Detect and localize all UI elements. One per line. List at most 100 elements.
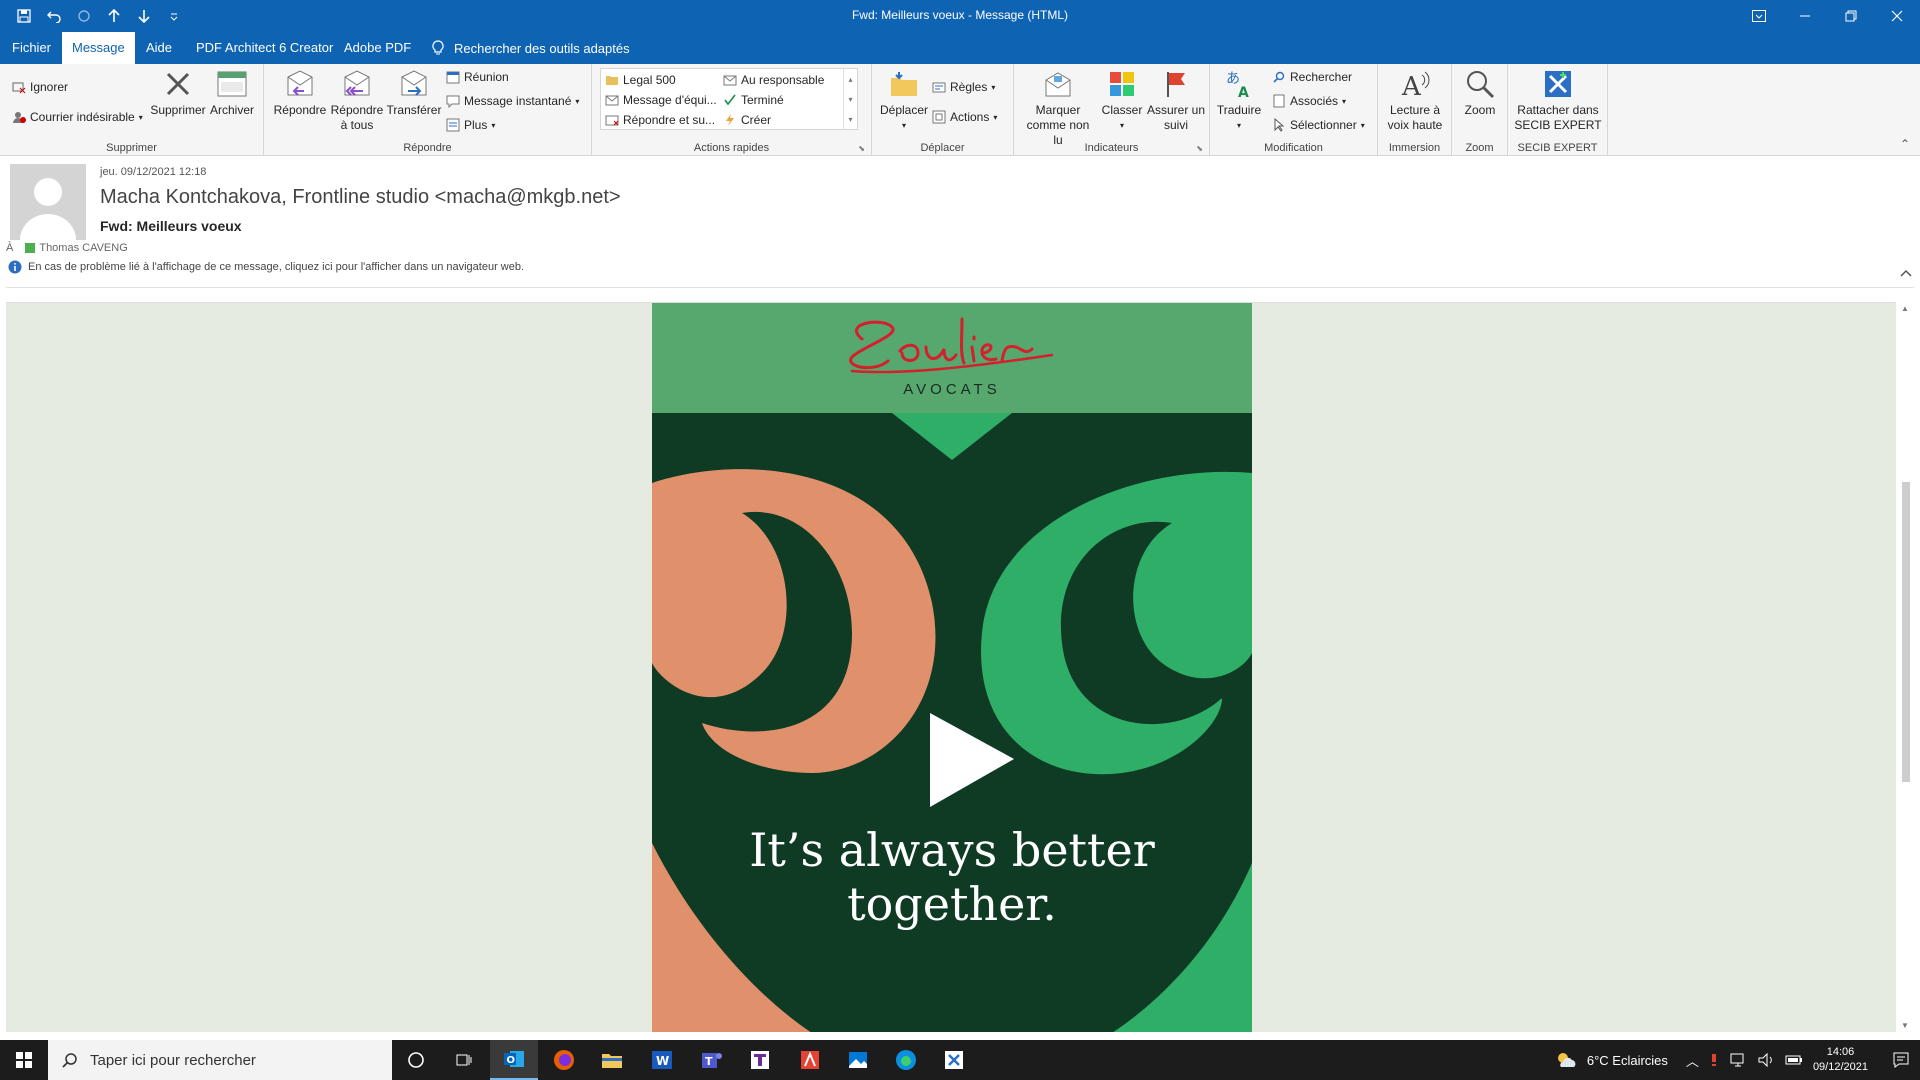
clock[interactable]: 14:06 09/12/2021	[1813, 1045, 1868, 1075]
meeting-button[interactable]: Réunion	[446, 70, 509, 84]
task-view-icon[interactable]	[440, 1040, 488, 1080]
quick-step-message-equipe[interactable]: Message d'équi...	[605, 93, 717, 107]
tab-fichier[interactable]: Fichier	[2, 32, 61, 64]
scroll-down-icon[interactable]: ▼	[1901, 1021, 1909, 1030]
firefox-taskbar-icon[interactable]	[540, 1040, 588, 1080]
envelope-arrow-icon	[723, 73, 737, 87]
chevron-up-icon[interactable]: ▴	[848, 75, 852, 84]
group-label-indicateurs: Indicateurs	[1084, 142, 1139, 154]
clock-date: 09/12/2021	[1812, 1061, 1868, 1073]
group-label-zoom: Zoom	[1465, 142, 1494, 154]
svg-text:W: W	[656, 1054, 669, 1068]
battery-icon[interactable]	[1785, 1052, 1803, 1068]
mark-unread-button[interactable]: Marquer comme non lu	[1022, 68, 1094, 148]
follow-up-button[interactable]: Assurer un suivi	[1146, 68, 1206, 133]
greeting-card-video[interactable]: AVOCATS It’s always better together.	[652, 303, 1252, 1032]
security-icon[interactable]	[1709, 1052, 1719, 1068]
clock-time: 14:06	[1826, 1046, 1855, 1058]
mark-unread-icon	[1042, 68, 1074, 100]
quick-step-repondre-supprimer[interactable]: Répondre et su...	[605, 113, 715, 127]
chevron-up-icon[interactable]: ︿	[1686, 1051, 1699, 1070]
zoom-icon	[1464, 68, 1496, 100]
cortana-icon[interactable]	[392, 1040, 440, 1080]
chevron-down-icon[interactable]: ▾	[848, 95, 852, 104]
junk-mail-button[interactable]: Courrier indésirable ▾	[12, 110, 143, 124]
reply-all-button[interactable]: Répondre à tous	[328, 68, 386, 133]
edge-taskbar-icon[interactable]	[882, 1040, 930, 1080]
tab-pdf-architect[interactable]: PDF Architect 6 Creator	[186, 32, 343, 64]
outlook-taskbar-icon[interactable]: O	[490, 1040, 538, 1080]
quick-step-au-responsable[interactable]: Au responsable	[723, 73, 824, 87]
weather-icon[interactable]	[1555, 1051, 1577, 1069]
move-button[interactable]: Déplacer ▾	[876, 68, 932, 133]
gallery-scroll[interactable]: ▴ ▾ ▾	[843, 69, 857, 129]
dialog-launcher-icon[interactable]: ⬊	[1196, 144, 1203, 153]
zoom-button[interactable]: Zoom	[1456, 68, 1504, 118]
categorize-button[interactable]: Classer ▾	[1098, 68, 1146, 133]
info-bar[interactable]: En cas de problème lié à l'affichage de …	[8, 260, 524, 274]
quick-step-legal-500[interactable]: Legal 500	[605, 73, 676, 87]
network-icon[interactable]	[1729, 1052, 1747, 1068]
actions-button[interactable]: Actions ▾	[932, 110, 997, 124]
rules-button[interactable]: Règles ▾	[932, 80, 995, 94]
app-taskbar-icon[interactable]	[736, 1040, 784, 1080]
file-explorer-taskbar-icon[interactable]	[588, 1040, 636, 1080]
group-label-modification: Modification	[1264, 142, 1323, 154]
translate-button[interactable]: あA Traduire ▾	[1214, 68, 1264, 133]
instant-message-button[interactable]: Message instantané ▾	[446, 94, 579, 108]
chat-icon	[446, 94, 460, 108]
photos-taskbar-icon[interactable]	[834, 1040, 882, 1080]
delete-button[interactable]: Supprimer	[150, 68, 206, 118]
quick-step-termine[interactable]: Terminé	[723, 93, 784, 107]
message-sender[interactable]: Macha Kontchakova, Frontline studio <mac…	[100, 186, 621, 209]
word-taskbar-icon[interactable]: W	[638, 1040, 686, 1080]
tab-adobe-pdf[interactable]: Adobe PDF	[334, 32, 421, 64]
ignore-button[interactable]: Ignorer	[12, 80, 68, 94]
chevron-down-icon: ▾	[901, 121, 906, 130]
tab-aide[interactable]: Aide	[136, 32, 182, 64]
attach-secib-button[interactable]: Rattacher dans SECIB EXPERT	[1512, 68, 1604, 133]
volume-icon[interactable]	[1757, 1052, 1775, 1068]
message-scrollbar[interactable]: ▲ ▼	[1896, 302, 1916, 1032]
taskbar-search-input[interactable]: Taper ici pour rechercher	[48, 1040, 392, 1080]
system-tray: 6°C Eclaircies ︿ 14:06 09/12/2021	[1555, 1040, 1920, 1080]
read-aloud-button[interactable]: A Lecture à voix haute	[1382, 68, 1448, 133]
search-placeholder: Taper ici pour rechercher	[90, 1051, 256, 1069]
collapse-ribbon-icon[interactable]: ⌃	[1900, 137, 1910, 151]
related-button[interactable]: Associés ▾	[1272, 94, 1346, 108]
pdf-app-taskbar-icon[interactable]	[786, 1040, 834, 1080]
archive-icon	[216, 68, 248, 100]
select-button[interactable]: Sélectionner ▾	[1272, 118, 1365, 132]
scrollbar-thumb[interactable]	[1902, 482, 1910, 782]
collapse-header-icon[interactable]	[1900, 266, 1912, 280]
tab-message[interactable]: Message	[62, 32, 135, 64]
svg-text:O: O	[507, 1055, 516, 1066]
recipient-chip[interactable]: Thomas CAVENG	[25, 242, 128, 254]
more-reply-button[interactable]: Plus ▾	[446, 118, 495, 132]
windows-start-icon[interactable]	[0, 1040, 48, 1080]
dialog-launcher-icon[interactable]: ⬊	[858, 144, 865, 153]
reply-button[interactable]: Répondre	[272, 68, 328, 118]
find-button[interactable]: Rechercher	[1272, 70, 1352, 84]
cursor-icon	[1272, 118, 1286, 132]
teams-taskbar-icon[interactable]: T	[688, 1040, 736, 1080]
close-icon[interactable]	[1874, 0, 1920, 32]
notifications-icon[interactable]	[1892, 1051, 1910, 1069]
restore-icon[interactable]	[1828, 0, 1874, 32]
secib-taskbar-icon[interactable]	[930, 1040, 978, 1080]
weather-text[interactable]: 6°C Eclaircies	[1587, 1053, 1668, 1068]
junk-icon	[12, 110, 26, 124]
ribbon-display-options-icon[interactable]	[1736, 0, 1782, 32]
taskbar: Taper ici pour rechercher O W T 6°C Ecla…	[0, 1040, 1920, 1080]
chevron-down-icon: ▾	[991, 82, 996, 92]
scroll-up-icon[interactable]: ▲	[1901, 304, 1909, 313]
group-zoom: Zoom Zoom	[1452, 64, 1508, 156]
message-body[interactable]: AVOCATS It’s always better together.	[6, 302, 1896, 1032]
forward-button[interactable]: Transférer	[386, 68, 442, 118]
quick-step-creer[interactable]: Créer	[723, 113, 771, 127]
archive-button[interactable]: Archiver	[208, 68, 256, 118]
minimize-icon[interactable]	[1782, 0, 1828, 32]
tell-me-search[interactable]: Rechercher des outils adaptés	[432, 40, 630, 56]
chevron-down-icon: ▾	[1236, 121, 1241, 130]
gallery-more-icon[interactable]: ▾	[848, 115, 852, 124]
